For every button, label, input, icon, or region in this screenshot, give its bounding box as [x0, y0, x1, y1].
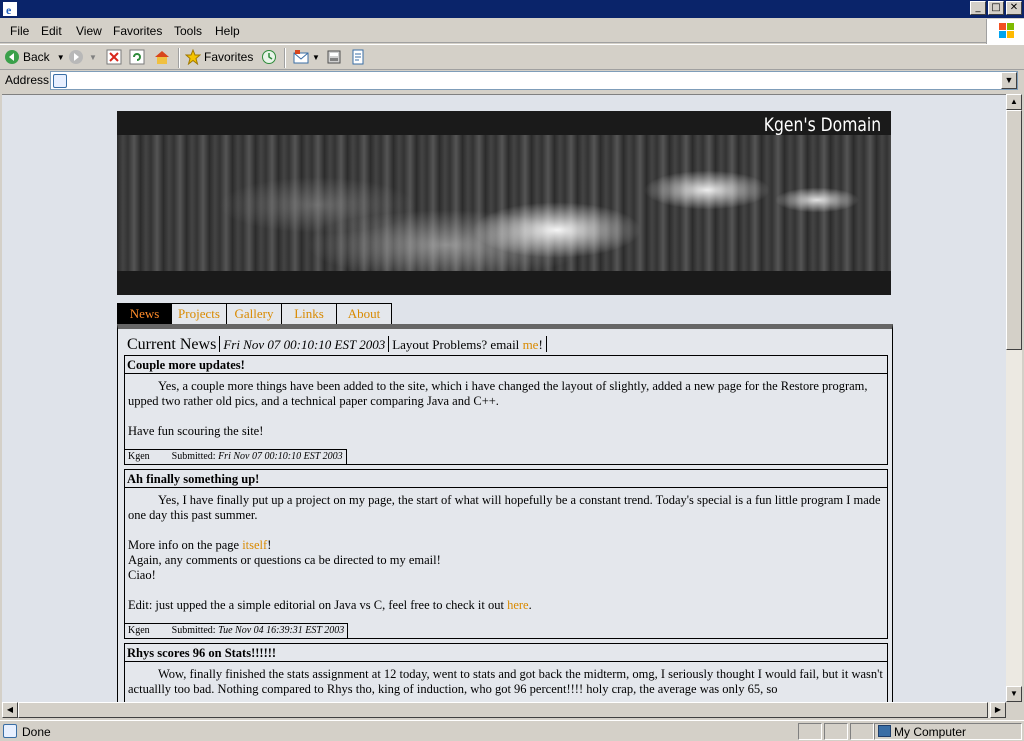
- post-title: Ah finally something up!: [125, 470, 887, 488]
- news-post: Ah finally something up! Yes, I have fin…: [124, 469, 888, 639]
- banner-image: [117, 135, 891, 271]
- print-icon: [327, 50, 341, 64]
- refresh-icon: [129, 49, 145, 65]
- toolbar: Back ▼ ▼ Favorites ▼: [0, 44, 1024, 70]
- forward-arrow-icon: [69, 50, 83, 64]
- windows-logo-icon: [986, 19, 1024, 44]
- history-icon: [262, 50, 276, 64]
- post-text: Ciao!: [128, 568, 156, 582]
- post-timestamp: Fri Nov 07 00:10:10 EST 2003: [218, 451, 343, 462]
- stop-icon: [106, 49, 122, 65]
- news-post: Rhys scores 96 on Stats!!!!!! Wow, final…: [124, 643, 888, 702]
- tab-links[interactable]: Links: [282, 303, 337, 325]
- home-icon: [155, 51, 169, 64]
- post-text: Have fun scouring the site!: [128, 424, 264, 438]
- page-viewport: Kgen's Domain News Projects Gallery Link…: [2, 94, 1006, 702]
- print-button[interactable]: [326, 49, 342, 65]
- news-post: Couple more updates! Yes, a couple more …: [124, 355, 888, 465]
- post-text: Again, any comments or questions ca be d…: [128, 553, 441, 567]
- site-nav: News Projects Gallery Links About: [117, 303, 392, 325]
- favorites-label: Favorites: [204, 50, 254, 64]
- post-text: More info on the page itself!: [128, 538, 272, 552]
- post-author: Kgen: [128, 625, 150, 636]
- restore-button[interactable]: □: [988, 1, 1004, 15]
- news-panel: Current News Fri Nov 07 00:10:10 EST 2003…: [117, 324, 893, 702]
- ie-icon: e: [3, 2, 17, 17]
- refresh-button[interactable]: [129, 49, 145, 65]
- menu-bar: File Edit View Favorites Tools Help: [0, 19, 1024, 43]
- back-label: Back: [23, 50, 50, 64]
- current-news-header: Current News Fri Nov 07 00:10:10 EST 2003…: [127, 336, 550, 354]
- close-button[interactable]: ✕: [1006, 1, 1022, 15]
- post-footer: Kgen Submitted: Tue Nov 04 16:39:31 EST 2…: [125, 623, 349, 638]
- post-title: Rhys scores 96 on Stats!!!!!!: [125, 644, 887, 662]
- address-dropdown-button[interactable]: ▼: [1001, 72, 1017, 89]
- itself-link[interactable]: itself: [242, 538, 267, 552]
- tab-about[interactable]: About: [337, 303, 392, 325]
- chevron-down-icon[interactable]: ▼: [89, 53, 97, 62]
- post-text: Yes, I have finally put up a project on …: [128, 493, 881, 522]
- scroll-left-button[interactable]: ◀: [2, 702, 18, 718]
- layout-problems-text: Layout Problems? email: [392, 337, 523, 352]
- current-news-title: Current News: [127, 336, 217, 353]
- post-timestamp: Tue Nov 04 16:39:31 EST 2003: [218, 625, 345, 636]
- forward-button[interactable]: ▼: [68, 49, 97, 65]
- menu-view[interactable]: View: [76, 24, 102, 38]
- email-me-link[interactable]: me: [523, 337, 539, 352]
- status-bar: Done My Computer: [0, 720, 1024, 741]
- horizontal-scrollbar[interactable]: ◀ ▶: [2, 702, 1006, 718]
- chevron-down-icon[interactable]: ▼: [57, 53, 65, 62]
- post-title: Couple more updates!: [125, 356, 887, 374]
- edit-page-button[interactable]: [350, 49, 366, 65]
- title-bar: e _ □ ✕: [0, 0, 1024, 18]
- back-button[interactable]: Back ▼: [4, 49, 65, 65]
- tab-gallery[interactable]: Gallery: [227, 303, 282, 325]
- svg-text:e: e: [6, 3, 12, 17]
- scroll-right-button[interactable]: ▶: [990, 702, 1006, 718]
- home-button[interactable]: [153, 49, 171, 65]
- menu-tools[interactable]: Tools: [174, 24, 202, 38]
- history-button[interactable]: [261, 49, 277, 65]
- page-done-icon: [3, 724, 17, 738]
- vertical-scroll-thumb[interactable]: [1006, 110, 1022, 350]
- scroll-down-button[interactable]: ▼: [1006, 686, 1022, 702]
- menu-edit[interactable]: Edit: [41, 24, 62, 38]
- menu-favorites[interactable]: Favorites: [113, 24, 162, 38]
- status-text: Done: [22, 725, 51, 739]
- back-arrow-icon: [5, 50, 19, 64]
- tab-news[interactable]: News: [117, 303, 172, 325]
- chevron-down-icon[interactable]: ▼: [312, 53, 320, 62]
- address-input[interactable]: [50, 71, 1018, 90]
- stop-button[interactable]: [106, 49, 122, 65]
- post-text: Wow, finally finished the stats assignme…: [128, 667, 883, 696]
- address-bar: Address ▼: [0, 70, 1024, 92]
- star-icon: [185, 49, 201, 65]
- post-text: Yes, a couple more things have been adde…: [128, 379, 868, 408]
- current-news-date: Fri Nov 07 00:10:10 EST 2003: [223, 337, 386, 352]
- menu-file[interactable]: File: [10, 24, 29, 38]
- security-zone: My Computer: [894, 725, 967, 739]
- tab-projects[interactable]: Projects: [172, 303, 227, 325]
- menu-help[interactable]: Help: [215, 24, 240, 38]
- address-label: Address: [5, 73, 50, 87]
- page-icon: [53, 74, 67, 88]
- computer-icon: [878, 725, 891, 737]
- vertical-scrollbar[interactable]: ▲ ▼: [1006, 94, 1022, 702]
- here-link[interactable]: here: [507, 598, 529, 612]
- mail-icon: [293, 50, 309, 64]
- document-icon: [352, 49, 364, 65]
- minimize-button[interactable]: _: [970, 1, 986, 15]
- site-title: Kgen's Domain: [763, 114, 881, 136]
- post-footer: Kgen Submitted: Fri Nov 07 00:10:10 EST 2…: [125, 449, 347, 464]
- site-banner: Kgen's Domain: [117, 111, 891, 295]
- favorites-button[interactable]: Favorites: [185, 49, 253, 65]
- scroll-up-button[interactable]: ▲: [1006, 94, 1022, 110]
- post-text: Edit: just upped the a simple editorial …: [128, 598, 532, 612]
- mail-button[interactable]: ▼: [293, 49, 320, 65]
- horizontal-scroll-thumb[interactable]: [18, 702, 988, 718]
- post-author: Kgen: [128, 451, 150, 462]
